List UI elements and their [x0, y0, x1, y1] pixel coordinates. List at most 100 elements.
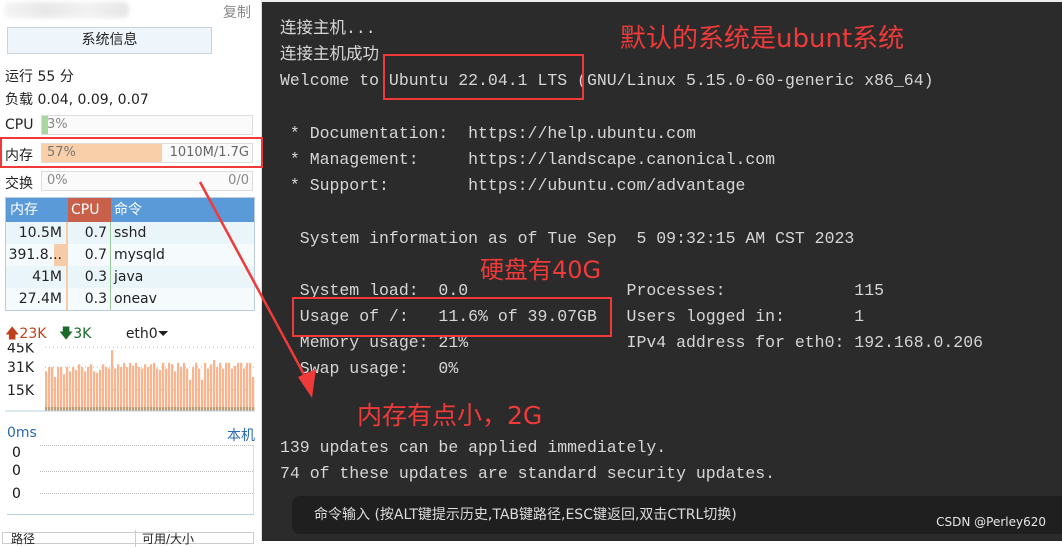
upload-bar: [174, 371, 177, 411]
copy-button[interactable]: 复制: [223, 2, 251, 22]
process-command: java: [114, 269, 144, 285]
download-bar: [159, 407, 162, 411]
download-bar: [162, 407, 165, 411]
download-bar: [198, 407, 201, 411]
upload-bar: [147, 367, 150, 411]
download-bar: [57, 407, 60, 411]
process-row[interactable]: 41M 0.3 java: [6, 266, 254, 288]
upload-bar: [231, 368, 234, 411]
header-cpu[interactable]: CPU: [68, 198, 111, 222]
download-bar: [183, 407, 186, 411]
annotation-disk: 硬盘有40G: [480, 256, 602, 284]
download-bar: [90, 407, 93, 411]
y-tick-label: 45K: [7, 343, 35, 356]
process-row[interactable]: 391.8... 0.7 mysqld: [6, 244, 254, 266]
swap-label: 交换: [5, 176, 33, 192]
upload-bar: [225, 362, 228, 411]
ping-value: 0: [12, 463, 21, 479]
ping-target[interactable]: 本机: [227, 425, 255, 445]
upload-bar: [234, 365, 237, 411]
upload-bar: [117, 364, 120, 411]
process-cpu: 0.3: [68, 266, 111, 288]
download-bar: [102, 407, 105, 411]
process-cpu: 0.7: [68, 244, 111, 266]
download-bar: [177, 407, 180, 411]
cpu-label: CPU: [5, 117, 34, 133]
download-bar: [123, 407, 126, 411]
terminal-line: * Management: https://landscape.canonica…: [280, 149, 776, 169]
download-bar: [204, 407, 207, 411]
download-bar: [75, 407, 78, 411]
download-bar: [129, 407, 132, 411]
process-row[interactable]: 27.4M 0.3 oneav: [6, 288, 254, 310]
upload-bar: [156, 368, 159, 411]
upload-bar: [222, 368, 225, 411]
upload-bar: [195, 362, 198, 411]
download-bar: [234, 407, 237, 411]
upload-bar: [126, 367, 129, 411]
download-bar: [174, 407, 177, 411]
terminal-line: * Documentation: https://help.ubuntu.com: [280, 123, 696, 143]
process-command: mysqld: [114, 247, 165, 263]
interface-select[interactable]: eth0⏷: [126, 326, 169, 342]
upload-bar: [189, 379, 192, 411]
upload-bar: [186, 368, 189, 411]
terminal-line: Swap usage: 0%: [280, 359, 459, 379]
download-bar: [84, 407, 87, 411]
download-bar: [237, 407, 240, 411]
terminal[interactable]: 连接主机... 连接主机成功 Welcome to Ubuntu 22.04.1 L…: [262, 0, 1062, 541]
header-memory[interactable]: 内存: [6, 198, 68, 222]
header-free-size[interactable]: 可用/大小: [135, 530, 194, 547]
system-info-button[interactable]: 系统信息: [7, 27, 212, 54]
download-bar: [150, 407, 153, 411]
download-bar: [201, 407, 204, 411]
process-cpu: 0.7: [68, 222, 111, 244]
interface-name: eth0: [125, 326, 158, 342]
upload-bar: [63, 374, 66, 411]
download-bar: [120, 407, 123, 411]
upload-bar: [198, 368, 201, 411]
process-row[interactable]: 10.5M 0.7 sshd: [6, 222, 254, 244]
upload-bar: [78, 364, 81, 411]
download-bar: [132, 407, 135, 411]
process-memory: 391.8...: [6, 244, 68, 266]
annotation-box-os: [383, 54, 584, 100]
download-bar: [240, 407, 243, 411]
y-tick-label: 31K: [7, 360, 35, 376]
swap-percent: 0%: [47, 173, 68, 188]
upload-arrow-icon: 🡅: [5, 326, 20, 342]
upload-bar: [120, 367, 123, 411]
download-bar: [165, 407, 168, 411]
download-bar: [180, 407, 183, 411]
header-command[interactable]: 命令: [111, 198, 254, 222]
process-command: oneav: [114, 291, 157, 307]
upload-bar: [192, 367, 195, 411]
ping-latency: 0ms: [7, 425, 37, 441]
upload-bar: [219, 362, 222, 411]
upload-bar: [54, 377, 57, 411]
annotation-box-disk: [292, 297, 612, 337]
download-bar: [213, 407, 216, 411]
download-bar: [153, 407, 156, 411]
download-bar: [144, 407, 147, 411]
upload-bar: [246, 362, 249, 411]
download-bar: [63, 407, 66, 411]
upload-bar: [57, 367, 60, 411]
sidebar: 复制 系统信息 运行 55 分 负载 0.04, 0.09, 0.07 CPU …: [0, 0, 262, 547]
upload-bar: [93, 371, 96, 411]
ping-value: 0: [12, 445, 21, 461]
caret-down-icon: ⏷: [157, 326, 169, 342]
header-path[interactable]: 路径: [11, 530, 35, 547]
download-bar: [117, 407, 120, 411]
upload-bar: [141, 368, 144, 411]
upload-bar: [96, 372, 99, 411]
upload-bar: [162, 362, 165, 411]
download-bar: [69, 407, 72, 411]
upload-bar: [81, 367, 84, 411]
uptime: 运行 55 分: [5, 69, 74, 85]
network-chart: 45K 31K 15K: [5, 340, 255, 413]
cpu-meter: 3%: [41, 115, 253, 135]
download-bar: [45, 407, 48, 411]
download-bar: [243, 407, 246, 411]
terminal-line: 139 updates can be applied immediately.: [280, 438, 667, 457]
